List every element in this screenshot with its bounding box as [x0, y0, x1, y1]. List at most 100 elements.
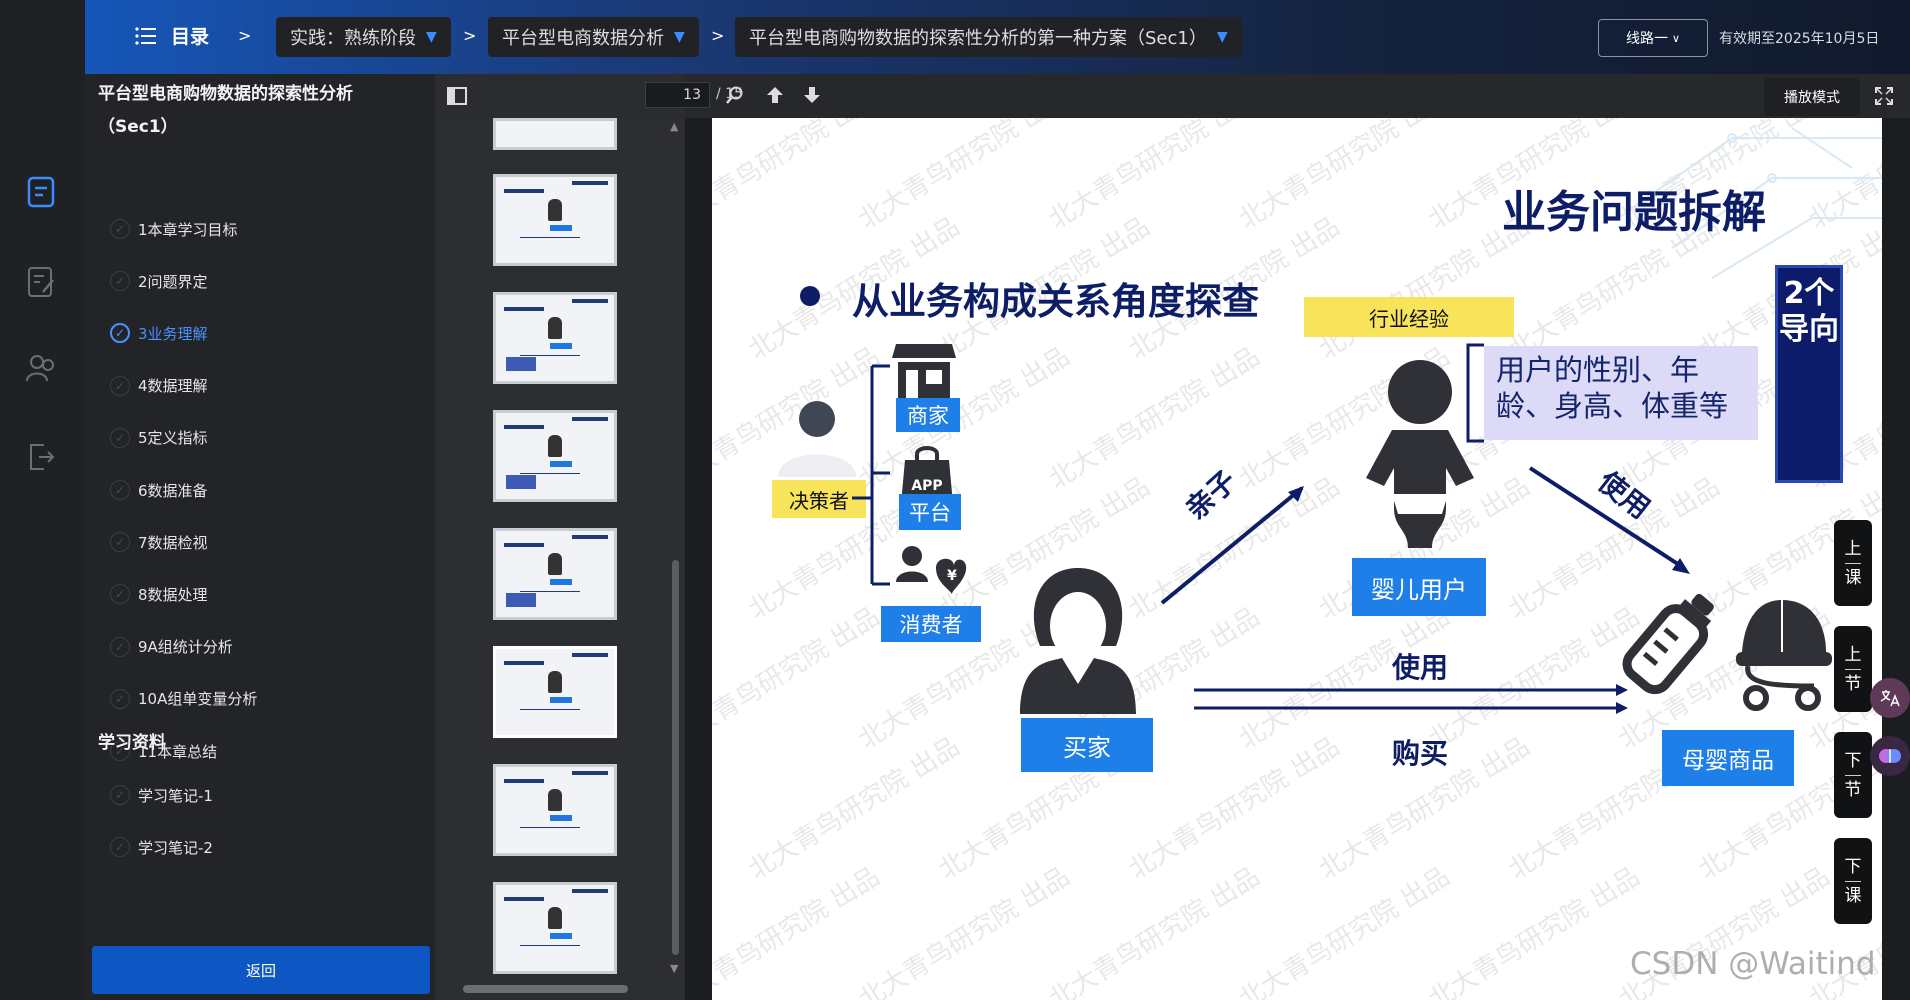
chapter-item[interactable]: ✓ 6数据准备 [110, 475, 208, 505]
translate-icon[interactable] [1870, 678, 1910, 718]
page-thumbnail[interactable] [493, 646, 617, 738]
chapter-item[interactable]: ✓ 8数据处理 [110, 579, 208, 609]
bracket-line [1466, 343, 1484, 443]
chapter-item[interactable]: ✓ 9A组统计分析 [110, 632, 233, 662]
guide-box: 2个导向 [1775, 265, 1843, 483]
caret-down-icon: ▼ [426, 29, 437, 45]
scroll-up-arrow-icon[interactable]: ▲ [670, 120, 678, 133]
breadcrumb-lesson[interactable]: 平台型电商购物数据的探索性分析的第一种方案（Sec1） ▼ [735, 17, 1242, 57]
buyer-figure-icon [1020, 568, 1136, 714]
breadcrumb-separator: > [711, 26, 725, 45]
resource-item[interactable]: ✓ 学习笔记-2 [110, 832, 213, 862]
thumbnail-panel [435, 74, 685, 1000]
chapter-item[interactable]: ✓ 2问题界定 [110, 266, 208, 296]
page-number-input[interactable]: 13 [645, 82, 710, 108]
prev-lesson-char-1: 上 [1844, 538, 1862, 559]
page-total: / 15 [716, 86, 743, 102]
check-circle-icon: ✓ [110, 532, 130, 553]
chapter-label: 7数据检视 [138, 533, 208, 552]
chapter-label: 6数据准备 [138, 481, 208, 500]
check-circle-icon: ✓ [110, 219, 130, 239]
fullscreen-icon[interactable] [1874, 86, 1894, 110]
prev-lesson-char-2: 课 [1844, 567, 1862, 588]
course-title: 平台型电商购物数据的探索性分析（Sec1） [98, 84, 353, 137]
bullet-dot [800, 286, 820, 306]
resource-label: 学习笔记-2 [138, 838, 213, 857]
watermark-text: 北大青鸟研究院 出品 [1123, 731, 1346, 886]
breadcrumb-separator: > [463, 26, 477, 45]
consumer-label: 消费者 [881, 606, 981, 642]
page-thumbnail[interactable] [493, 764, 617, 856]
check-circle-icon: ✓ [110, 688, 130, 709]
chapter-item[interactable]: ✓ 5定义指标 [110, 423, 208, 453]
viewer-toolbar [685, 74, 1910, 118]
next-page-icon[interactable] [802, 85, 822, 109]
sidebar-toggle-icon[interactable] [445, 84, 469, 112]
chapter-label: 10A组单变量分析 [138, 690, 258, 709]
app-text: APP [911, 478, 942, 494]
check-circle-icon: ✓ [110, 837, 130, 857]
check-circle-icon: ✓ [110, 636, 130, 657]
back-button[interactable]: 返回 [92, 946, 430, 994]
breadcrumb-stage[interactable]: 实践：熟练阶段 ▼ [276, 17, 451, 57]
breadcrumb-course[interactable]: 平台型电商数据分析 ▼ [488, 17, 699, 57]
page-thumbnail[interactable] [493, 528, 617, 620]
chapter-item[interactable]: ✓ 4数据理解 [110, 371, 208, 401]
users-icon[interactable] [24, 352, 58, 386]
exit-icon[interactable] [24, 440, 58, 474]
consumer-heart-icon: ¥ [896, 546, 967, 594]
check-circle-icon: ✓ [110, 271, 130, 292]
document-icon[interactable] [24, 175, 58, 209]
watermark-text: 北大青鸟研究院 出品 [1423, 601, 1646, 756]
chapter-item[interactable]: ✓ 10A组单变量分析 [110, 684, 257, 714]
resource-item[interactable]: ✓ 学习笔记-1 [110, 780, 213, 810]
decision-maker-figure-icon [778, 401, 856, 477]
page-thumbnail[interactable] [493, 174, 617, 266]
next-lesson-button[interactable]: 下 课 [1834, 838, 1872, 924]
use-label-bottom: 使用 [1392, 651, 1449, 684]
previous-page-icon[interactable] [765, 85, 785, 109]
list-icon [135, 26, 156, 45]
page-thumbnail[interactable] [493, 292, 617, 384]
scrollbar-thumb[interactable] [672, 560, 679, 955]
chapter-item[interactable]: ✓ 1本章学习目标 [110, 214, 238, 244]
chapter-item[interactable]: ✓ 3业务理解 [110, 318, 208, 348]
edit-notes-icon[interactable] [24, 265, 58, 299]
prev-lesson-button[interactable]: 上 课 [1834, 520, 1872, 606]
chapter-label: 3业务理解 [138, 324, 208, 343]
chapter-label: 5定义指标 [138, 429, 208, 448]
breadcrumb-stage-label: 实践：熟练阶段 [290, 28, 416, 49]
next-lesson-char-1: 下 [1844, 856, 1862, 877]
next-section-button[interactable]: 下 节 [1834, 732, 1872, 818]
next-section-char-1: 下 [1844, 750, 1862, 771]
slide-page: 北大青鸟研究院 出品北大青鸟研究院 出品北大青鸟研究院 出品北大青鸟研究院 出品… [712, 118, 1882, 1000]
breadcrumb-course-label: 平台型电商数据分析 [502, 28, 664, 49]
prev-section-button[interactable]: 上 节 [1834, 626, 1872, 712]
chapter-sidebar: 平台型电商购物数据的探索性分析（Sec1） ✓ 1本章学习目标 ✓ 2问题界定 ✓ 3业务… [85, 74, 435, 1000]
resource-label: 学习笔记-1 [138, 786, 213, 805]
left-rail [0, 0, 85, 1000]
next-lesson-char-2: 课 [1844, 885, 1862, 906]
page-thumbnail[interactable] [493, 882, 617, 974]
chapter-label: 2问题界定 [138, 272, 208, 291]
watermark-text: 北大青鸟研究院 出品 [743, 731, 966, 886]
chapter-label: 4数据理解 [138, 377, 208, 396]
route-label: 线路一 [1625, 31, 1668, 47]
tree-connector [852, 364, 890, 586]
route-select[interactable]: 线路一 ∨ [1598, 19, 1708, 57]
breadcrumb-lesson-label: 平台型电商购物数据的探索性分析的第一种方案（Sec1） [749, 28, 1207, 49]
chapter-item[interactable]: ✓ 7数据检视 [110, 527, 208, 557]
catalog-label: 目录 [171, 26, 210, 48]
ai-brain-icon[interactable] [1870, 736, 1910, 776]
currency-text: ¥ [947, 568, 957, 584]
scroll-down-arrow-icon[interactable]: ▼ [670, 962, 678, 975]
page-thumbnail[interactable] [493, 118, 617, 150]
page-thumbnail[interactable] [493, 410, 617, 502]
play-mode-button[interactable]: 播放模式 [1764, 78, 1860, 116]
check-circle-icon: ✓ [110, 584, 130, 605]
watermark-text: 北大青鸟研究院 出品 [1043, 118, 1266, 236]
industry-experience-label: 行业经验 [1304, 297, 1514, 337]
catalog-menu[interactable]: 目录 [135, 22, 209, 49]
horizontal-scrollbar-thumb[interactable] [463, 985, 628, 993]
top-bar: 目录 > 实践：熟练阶段 ▼ > 平台型电商数据分析 ▼ > 平台型电商购物数据… [85, 0, 1910, 74]
